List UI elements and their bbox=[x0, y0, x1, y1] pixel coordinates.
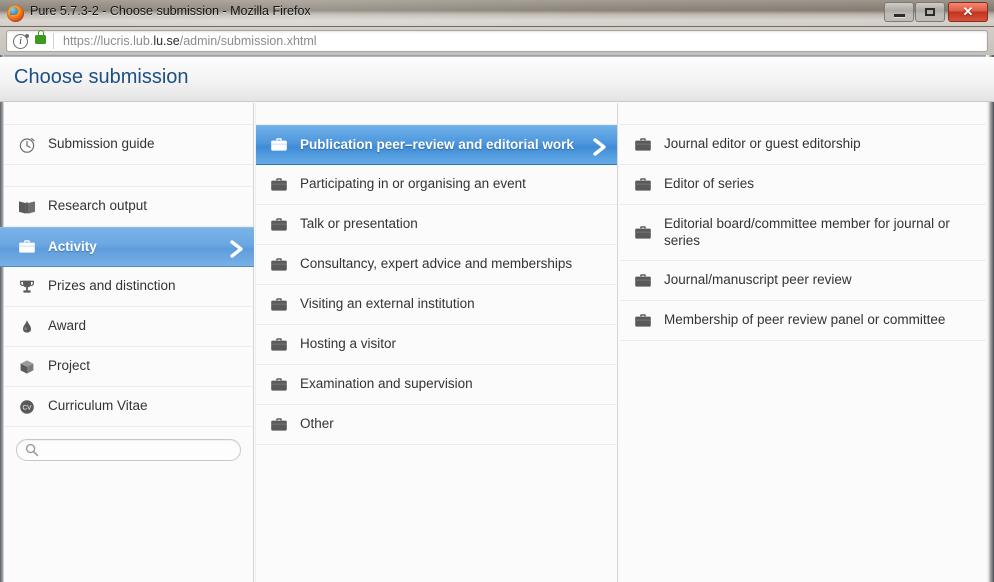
list-item[interactable]: Award bbox=[4, 307, 253, 347]
list-item-label: Hosting a visitor bbox=[300, 336, 397, 352]
briefcase-icon bbox=[632, 311, 654, 331]
list-item-label: Participating in or organising an event bbox=[300, 176, 526, 192]
list-item[interactable]: Hosting a visitor bbox=[256, 325, 617, 365]
right-column: Journal editor or guest editorship Editor… bbox=[620, 103, 986, 582]
list-item[interactable]: Examination and supervision bbox=[256, 365, 617, 405]
list-item-label: Project bbox=[48, 358, 91, 374]
briefcase-icon bbox=[632, 223, 654, 243]
navigation-bar: i https://lucris.lub.lu.se/admin/submiss… bbox=[0, 27, 994, 55]
url-suffix: /admin/submission.xhtml bbox=[179, 34, 317, 48]
middle-top-spacer bbox=[256, 103, 617, 124]
trophy-icon bbox=[16, 277, 38, 297]
list-item[interactable]: Membership of peer review panel or commi… bbox=[620, 301, 986, 341]
cube-icon bbox=[16, 357, 38, 377]
clock-icon bbox=[16, 135, 38, 155]
middle-list: Publication peer–review and editorial wo… bbox=[256, 125, 617, 445]
sidebar-list: Submission guide Research output Activity P… bbox=[0, 125, 254, 427]
list-item[interactable]: Submission guide bbox=[4, 125, 253, 165]
search-input[interactable] bbox=[43, 440, 227, 462]
chevron-right-icon bbox=[591, 137, 607, 156]
url-separator bbox=[53, 33, 54, 49]
briefcase-icon bbox=[268, 255, 290, 275]
list-item[interactable]: Editor of series bbox=[620, 165, 986, 205]
svg-text:CV: CV bbox=[23, 404, 33, 411]
list-item-label: Curriculum Vitae bbox=[48, 398, 148, 414]
briefcase-icon bbox=[16, 237, 38, 257]
list-item[interactable]: Activity bbox=[0, 227, 254, 267]
list-item-label: Journal editor or guest editorship bbox=[664, 136, 861, 152]
list-item-label: Consultancy, expert advice and membershi… bbox=[300, 256, 573, 272]
lock-icon[interactable] bbox=[35, 30, 46, 44]
page-content: Choose submission Submission guide Resear… bbox=[0, 55, 994, 582]
list-item-label: Award bbox=[48, 318, 87, 334]
briefcase-icon bbox=[268, 175, 290, 195]
list-item-label: Visiting an external institution bbox=[300, 296, 475, 312]
list-item-label: Membership of peer review panel or commi… bbox=[664, 312, 946, 328]
title-bar: Pure 5.7.3-2 - Choose submission - Mozil… bbox=[0, 0, 994, 27]
briefcase-icon bbox=[268, 295, 290, 315]
briefcase-icon bbox=[268, 375, 290, 395]
sidebar-column: Submission guide Research output Activity P… bbox=[0, 103, 255, 582]
list-item[interactable]: Visiting an external institution bbox=[256, 285, 617, 325]
list-item[interactable]: CV Curriculum Vitae bbox=[4, 387, 253, 427]
maximize-button[interactable] bbox=[915, 2, 945, 22]
middle-column: Publication peer–review and editorial wo… bbox=[256, 103, 619, 582]
list-item[interactable]: Prizes and distinction bbox=[4, 267, 253, 307]
list-item-label: Editorial board/committee member for jou… bbox=[664, 215, 950, 248]
list-item[interactable]: Journal editor or guest editorship bbox=[620, 125, 986, 165]
site-info-icon[interactable]: i bbox=[13, 34, 29, 49]
list-item[interactable]: Editorial board/committee member for jou… bbox=[620, 205, 986, 261]
list-item-label: Prizes and distinction bbox=[48, 278, 176, 294]
list-item-label: Editor of series bbox=[664, 176, 755, 192]
browser-window: Pure 5.7.3-2 - Choose submission - Mozil… bbox=[0, 0, 994, 582]
close-button[interactable]: ✕ bbox=[948, 2, 988, 22]
url-prefix: https://lucris.lub. bbox=[63, 34, 154, 48]
list-item[interactable]: Participating in or organising an event bbox=[256, 165, 617, 205]
page-header: Choose submission bbox=[0, 57, 994, 102]
list-item-label: Submission guide bbox=[48, 136, 155, 152]
list-item[interactable]: Research output bbox=[4, 187, 253, 227]
window-title: Pure 5.7.3-2 - Choose submission - Mozil… bbox=[30, 4, 311, 18]
list-item[interactable]: Other bbox=[256, 405, 617, 445]
briefcase-icon bbox=[268, 135, 290, 155]
list-item-label: Publication peer–review and editorial wo… bbox=[300, 136, 574, 152]
list-item-label: Journal/manuscript peer review bbox=[664, 272, 852, 288]
right-list: Journal editor or guest editorship Editor… bbox=[620, 125, 986, 341]
briefcase-icon bbox=[632, 271, 654, 291]
briefcase-icon bbox=[268, 335, 290, 355]
url-bar[interactable]: i https://lucris.lub.lu.se/admin/submiss… bbox=[6, 30, 988, 52]
briefcase-icon bbox=[268, 415, 290, 435]
page-title: Choose submission bbox=[14, 66, 189, 88]
book-icon bbox=[16, 197, 38, 217]
list-item[interactable]: Consultancy, expert advice and membershi… bbox=[256, 245, 617, 285]
page-scrollbar[interactable] bbox=[986, 55, 994, 582]
list-item[interactable]: Talk or presentation bbox=[256, 205, 617, 245]
briefcase-icon bbox=[632, 135, 654, 155]
right-top-spacer bbox=[620, 103, 986, 124]
firefox-logo-icon bbox=[7, 5, 24, 22]
briefcase-icon bbox=[268, 215, 290, 235]
list-item-label: Activity bbox=[48, 238, 97, 254]
sidebar-top-spacer bbox=[4, 103, 253, 124]
url-domain: lu.se bbox=[153, 34, 180, 48]
url-text: https://lucris.lub.lu.se/admin/submissio… bbox=[63, 34, 317, 48]
list-item-label: Examination and supervision bbox=[300, 376, 473, 392]
search-box[interactable] bbox=[16, 439, 241, 462]
cv-icon: CV bbox=[16, 397, 38, 417]
list-item[interactable]: Publication peer–review and editorial wo… bbox=[256, 125, 617, 165]
list-item[interactable]: Project bbox=[4, 347, 253, 387]
briefcase-icon bbox=[632, 175, 654, 195]
chevron-right-icon bbox=[228, 239, 244, 258]
list-item-label: Talk or presentation bbox=[300, 216, 418, 232]
list-item-label: Other bbox=[300, 416, 334, 432]
search-container bbox=[4, 427, 253, 462]
medal-icon bbox=[16, 317, 38, 337]
search-icon bbox=[25, 443, 39, 457]
list-item-label: Research output bbox=[48, 198, 148, 214]
list-item[interactable]: Journal/manuscript peer review bbox=[620, 261, 986, 301]
minimize-button[interactable] bbox=[884, 2, 914, 22]
